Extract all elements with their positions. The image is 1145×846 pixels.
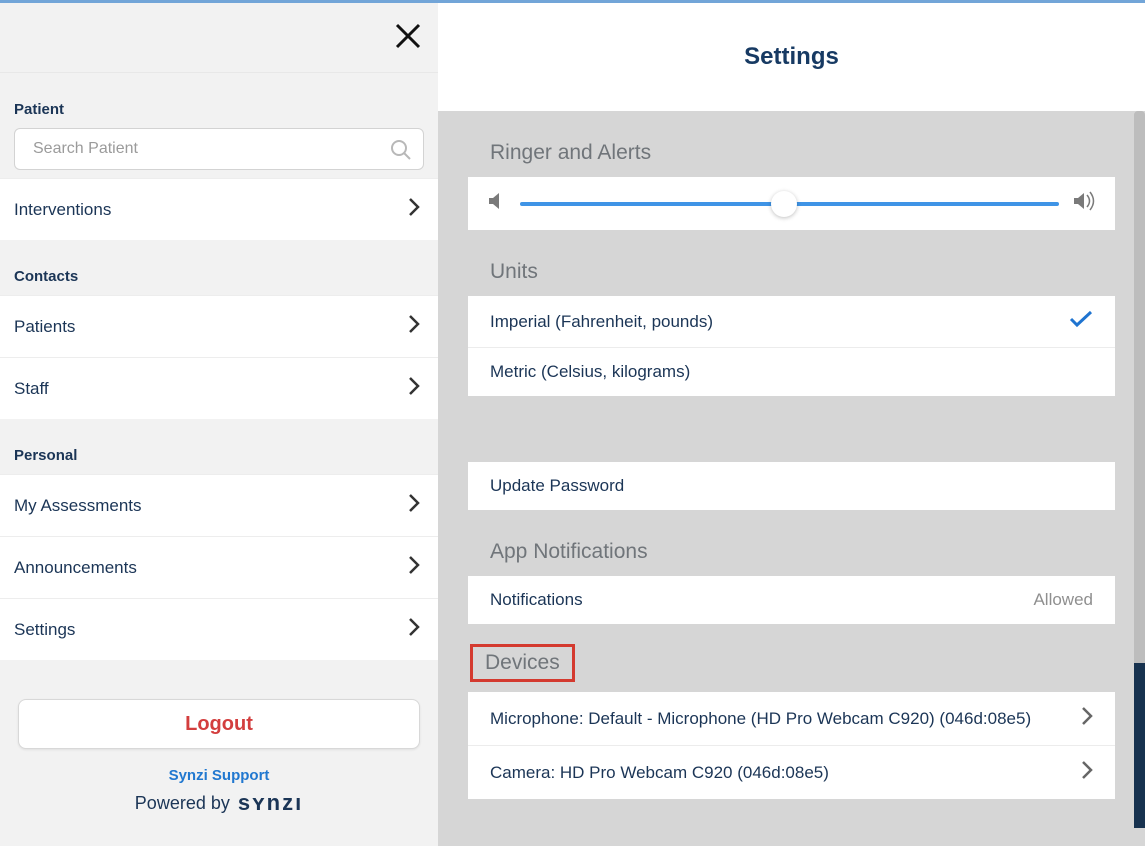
password-card: Update Password (468, 462, 1115, 510)
support-link[interactable]: Synzi Support (18, 767, 420, 784)
notifications-status: Allowed (1033, 590, 1093, 610)
powered-by: Powered by sʏnzı (18, 790, 420, 816)
section-title-ringer: Ringer and Alerts (468, 111, 1115, 177)
section-label-contacts: Contacts (0, 240, 438, 295)
search-input[interactable] (15, 140, 423, 158)
main-panel: Settings Ringer and Alerts Units Imperia… (438, 3, 1145, 846)
device-label: Camera: HD Pro Webcam C920 (046d:08e5) (490, 763, 829, 783)
section-label-personal: Personal (0, 419, 438, 474)
page-title: Settings (438, 3, 1145, 111)
notifications-card: Notifications Allowed (468, 576, 1115, 624)
section-label-patient: Patient (0, 73, 438, 128)
nav-label: Patients (14, 317, 75, 337)
notifications-row[interactable]: Notifications Allowed (468, 576, 1115, 624)
ringer-thumb[interactable] (771, 191, 797, 217)
section-title-units: Units (468, 230, 1115, 296)
section-title-app-notifications: App Notifications (468, 510, 1115, 576)
nav-label: Interventions (14, 200, 111, 220)
chevron-right-icon (408, 314, 420, 339)
scrollbar-overlay (1134, 663, 1145, 828)
sidebar: Patient Interventions Contacts Patients … (0, 3, 438, 846)
nav-announcements[interactable]: Announcements (0, 536, 438, 598)
sidebar-header (0, 3, 438, 73)
nav-settings[interactable]: Settings (0, 598, 438, 660)
chevron-right-icon (408, 376, 420, 401)
chevron-right-icon (408, 617, 420, 642)
update-password-label: Update Password (490, 476, 624, 496)
search-icon[interactable] (389, 138, 413, 167)
chevron-right-icon (1081, 706, 1093, 731)
unit-option-metric[interactable]: Metric (Celsius, kilograms) (468, 348, 1115, 396)
volume-loud-icon (1073, 191, 1097, 216)
nav-label: My Assessments (14, 496, 142, 516)
ringer-slider[interactable] (520, 202, 1059, 206)
chevron-right-icon (408, 493, 420, 518)
volume-muted-icon (486, 191, 506, 216)
nav-patients[interactable]: Patients (0, 295, 438, 357)
check-icon (1069, 310, 1093, 333)
nav-label: Staff (14, 379, 49, 399)
nav-interventions[interactable]: Interventions (0, 178, 438, 240)
nav-label: Settings (14, 620, 75, 640)
section-title-devices-highlighted: Devices (470, 644, 575, 682)
unit-option-imperial[interactable]: Imperial (Fahrenheit, pounds) (468, 296, 1115, 348)
search-patient-box[interactable] (14, 128, 424, 170)
nav-staff[interactable]: Staff (0, 357, 438, 419)
close-icon[interactable] (393, 21, 423, 56)
device-microphone-row[interactable]: Microphone: Default - Microphone (HD Pro… (468, 692, 1115, 746)
update-password-row[interactable]: Update Password (468, 462, 1115, 510)
devices-list: Microphone: Default - Microphone (HD Pro… (468, 692, 1115, 799)
device-camera-row[interactable]: Camera: HD Pro Webcam C920 (046d:08e5) (468, 746, 1115, 799)
chevron-right-icon (1081, 760, 1093, 785)
powered-by-label: Powered by (135, 793, 230, 814)
ringer-slider-card (468, 177, 1115, 230)
units-list: Imperial (Fahrenheit, pounds) Metric (Ce… (468, 296, 1115, 396)
device-label: Microphone: Default - Microphone (HD Pro… (490, 709, 1031, 729)
unit-option-label: Metric (Celsius, kilograms) (490, 362, 690, 382)
notifications-label: Notifications (490, 590, 583, 610)
unit-option-label: Imperial (Fahrenheit, pounds) (490, 312, 713, 332)
logout-button[interactable]: Logout (18, 699, 420, 749)
chevron-right-icon (408, 197, 420, 222)
nav-label: Announcements (14, 558, 137, 578)
synzi-logo: sʏnzı (238, 790, 303, 816)
chevron-right-icon (408, 555, 420, 580)
nav-my-assessments[interactable]: My Assessments (0, 474, 438, 536)
